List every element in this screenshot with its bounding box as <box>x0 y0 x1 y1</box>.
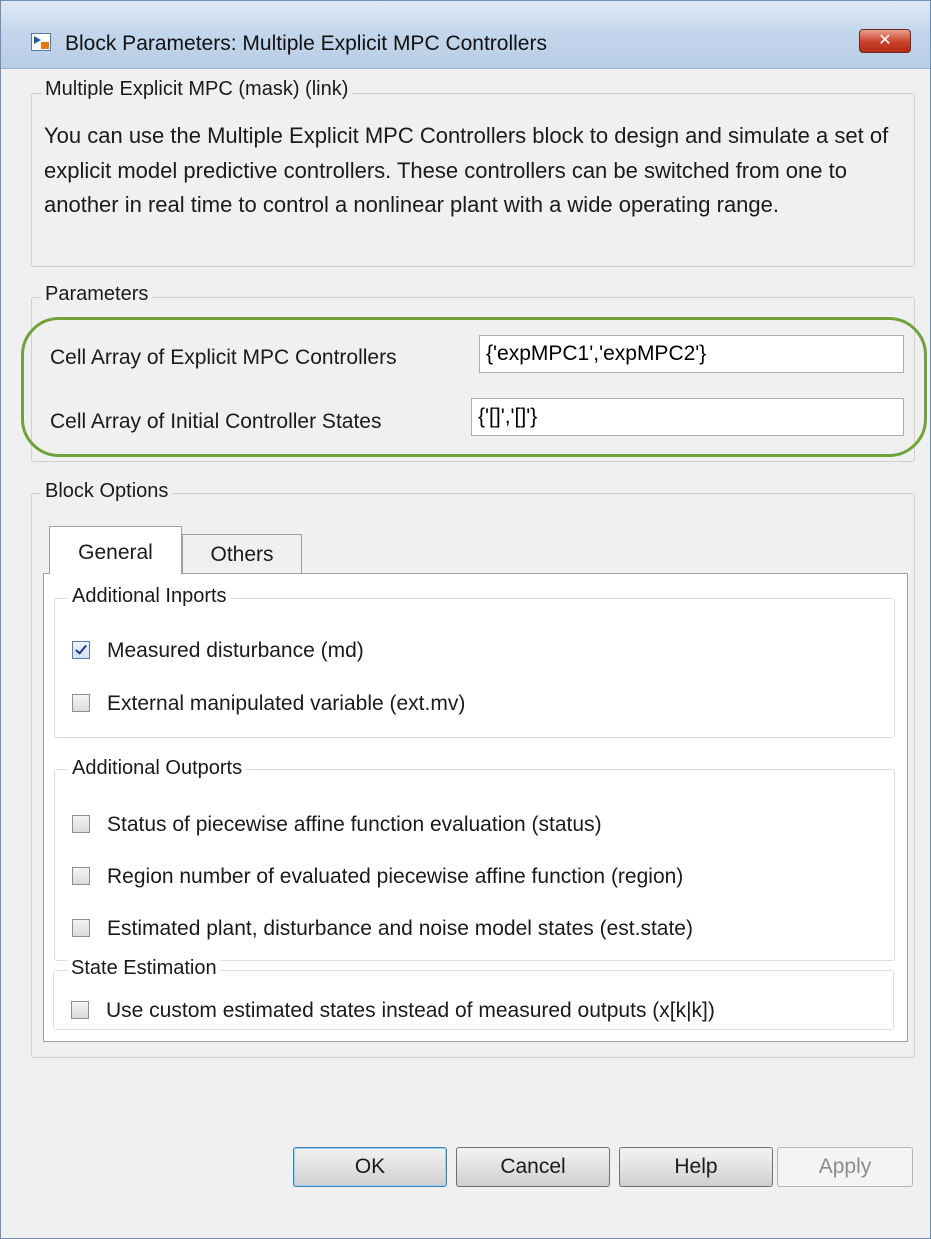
measured-disturbance-label: Measured disturbance (md) <box>107 639 364 662</box>
block-parameters-dialog: Block Parameters: Multiple Explicit MPC … <box>0 0 931 1239</box>
custom-states-checkbox[interactable] <box>71 1001 89 1019</box>
close-icon[interactable]: ✕ <box>859 29 911 53</box>
initial-states-label: Cell Array of Initial Controller States <box>50 410 382 433</box>
outports-legend: Additional Outports <box>68 757 247 780</box>
ok-button[interactable]: OK <box>293 1147 447 1187</box>
controllers-input[interactable] <box>479 335 904 373</box>
status-label: Status of piecewise affine function eval… <box>107 813 602 836</box>
external-mv-checkbox[interactable] <box>72 694 90 712</box>
est-state-checkbox[interactable] <box>72 919 90 937</box>
mask-legend: Multiple Explicit MPC (mask) (link) <box>41 78 353 101</box>
title-bar: Block Parameters: Multiple Explicit MPC … <box>1 1 930 69</box>
custom-states-label: Use custom estimated states instead of m… <box>106 999 715 1022</box>
block-options-legend: Block Options <box>41 480 173 503</box>
simulink-block-icon <box>31 33 51 51</box>
parameters-legend: Parameters <box>41 283 153 306</box>
apply-button[interactable]: Apply <box>777 1147 913 1187</box>
initial-states-input[interactable] <box>471 398 904 436</box>
status-checkbox[interactable] <box>72 815 90 833</box>
inports-legend: Additional Inports <box>68 585 231 608</box>
state-estimation-legend: State Estimation <box>67 957 221 980</box>
region-label: Region number of evaluated piecewise aff… <box>107 865 684 888</box>
checkmark-icon <box>75 642 87 655</box>
help-button[interactable]: Help <box>619 1147 773 1187</box>
tab-general[interactable]: General <box>49 526 182 574</box>
inports-group <box>54 598 895 738</box>
mask-description: You can use the Multiple Explicit MPC Co… <box>44 123 889 217</box>
cancel-button[interactable]: Cancel <box>456 1147 610 1187</box>
tab-others[interactable]: Others <box>182 534 302 573</box>
measured-disturbance-checkbox[interactable] <box>72 641 90 659</box>
window-title: Block Parameters: Multiple Explicit MPC … <box>65 32 547 55</box>
external-mv-label: External manipulated variable (ext.mv) <box>107 692 466 715</box>
est-state-label: Estimated plant, disturbance and noise m… <box>107 917 693 940</box>
controllers-label: Cell Array of Explicit MPC Controllers <box>50 346 397 369</box>
region-checkbox[interactable] <box>72 867 90 885</box>
